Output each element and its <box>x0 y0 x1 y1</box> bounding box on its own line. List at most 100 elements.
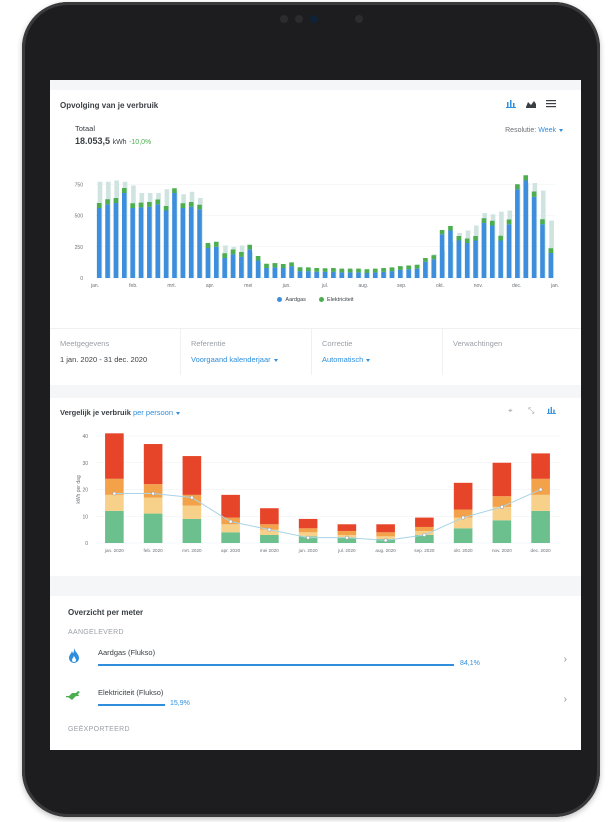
x-tick-label: apr. <box>206 283 214 289</box>
y-tick-label: 0 <box>80 276 83 282</box>
stack-segment <box>298 528 318 533</box>
correctie-text: Automatisch <box>322 355 364 364</box>
stack-segment <box>260 534 279 543</box>
electric-bar <box>163 206 169 211</box>
table-icon[interactable] <box>546 99 556 110</box>
total-value-row: 18.053,5 kWh -10,0% <box>75 136 151 146</box>
electric-bar <box>322 268 328 272</box>
meter-name-electric: Elektriciteit (Flukso) <box>98 688 164 697</box>
area-chart-icon[interactable] <box>526 99 536 110</box>
stack-segment <box>143 484 163 498</box>
x-tick-label: jan. <box>90 283 99 289</box>
electric-bar <box>96 203 102 208</box>
target-icon[interactable]: ⌖ <box>508 406 513 416</box>
gas-bar <box>406 269 411 278</box>
x-tick-label: jun. <box>282 283 291 289</box>
gas-bar <box>456 240 462 278</box>
filter-correctie[interactable]: Correctie Automatisch <box>312 329 443 375</box>
gas-bar <box>113 203 119 278</box>
x-tick-label: mei <box>244 283 252 289</box>
stack-segment <box>105 510 124 543</box>
plug-icon <box>66 688 82 706</box>
electric-bar <box>130 203 135 208</box>
stack-segment <box>182 456 202 495</box>
filter-meetgegevens[interactable]: Meetgegevens 1 jan. 2020 - 31 dec. 2020 <box>50 329 181 375</box>
per-person-select[interactable]: per persoon <box>133 408 180 417</box>
chevron-down-icon <box>366 358 371 362</box>
gas-bar <box>172 193 177 278</box>
stack-segment <box>221 494 240 518</box>
electric-bar <box>222 253 227 258</box>
gas-bar <box>506 224 512 278</box>
gas-bar <box>489 225 495 278</box>
electric-bar <box>456 236 462 241</box>
x-tick-label: okt. <box>436 283 444 289</box>
camera-lens <box>310 15 318 23</box>
stack-segment <box>298 518 318 529</box>
filter-referentie[interactable]: Referentie Voorgaand kalenderjaar <box>181 329 312 375</box>
electric-bar <box>356 268 361 273</box>
electric-bar <box>372 268 378 273</box>
meter-row-gas[interactable]: Aardgas (Flukso) 84,1% › <box>50 642 581 678</box>
meters-card: Overzicht per meter AANGELEVERD Aardgas … <box>50 596 581 750</box>
electric-bar <box>339 268 345 273</box>
gas-bar <box>439 234 445 278</box>
stack-segment <box>415 517 434 527</box>
x-tick-label: jul. 2020 <box>337 548 356 553</box>
stack-segment <box>298 532 318 537</box>
electric-bar <box>147 202 152 207</box>
bar-chart-icon[interactable] <box>547 406 556 416</box>
section-delivered: AANGELEVERD <box>68 629 124 636</box>
x-tick-label: jun. 2020 <box>298 548 318 553</box>
bar-chart-icon[interactable] <box>506 99 516 110</box>
usage-point <box>383 538 388 543</box>
usage-point <box>189 495 194 500</box>
x-tick-label: sep. 2020 <box>414 548 435 553</box>
meter-bar-gas <box>98 664 454 666</box>
stack-segment <box>143 513 163 543</box>
correctie-label: Correctie <box>322 339 353 348</box>
gas-bar <box>147 206 152 278</box>
meter-row-electric[interactable]: Elektriciteit (Flukso) 15,9% › <box>50 682 581 718</box>
stack-segment <box>260 508 279 525</box>
usage-point <box>228 519 233 524</box>
y-tick-label: 20 <box>82 488 88 494</box>
y-tick-label: 0 <box>85 541 88 547</box>
gas-bar <box>272 267 278 278</box>
gas-bar <box>540 224 545 278</box>
sensor-dot <box>295 15 303 23</box>
electric-bar <box>113 198 119 203</box>
referentie-value: Voorgaand kalenderjaar <box>191 355 278 364</box>
electric-bar <box>389 267 395 272</box>
expand-icon[interactable]: ⤡ <box>528 406 534 416</box>
total-label: Totaal <box>75 124 96 133</box>
stack-segment <box>376 532 395 537</box>
x-tick-label: mrt. 2020 <box>182 548 202 553</box>
gas-bar <box>280 268 286 278</box>
electric-bar <box>548 248 554 253</box>
gas-bar <box>548 253 554 278</box>
per-person-text: per persoon <box>132 408 173 417</box>
gas-bar <box>155 204 161 278</box>
gas-bar <box>247 249 253 278</box>
compare-title: Vergelijk je verbruik per persoon <box>60 408 180 417</box>
gas-bar <box>331 271 336 278</box>
resolution-select[interactable]: Resolutie: Week <box>505 127 563 134</box>
compare-title-prefix: Vergelijk je verbruik <box>60 408 131 417</box>
gas-bar <box>180 208 186 278</box>
referentie-label: Referentie <box>191 339 226 348</box>
electric-bar <box>448 226 453 231</box>
filter-verwachtingen[interactable]: Verwachtingen <box>443 329 573 375</box>
electric-bar <box>381 268 386 272</box>
stack-segment <box>182 505 202 519</box>
electric-bar <box>289 262 294 267</box>
chevron-down-icon <box>176 411 180 415</box>
stack-segment <box>531 510 550 543</box>
gas-bar <box>322 271 328 278</box>
compare-chart: 0 10 20 30 40 kWh per dag jan. 2020 feb. 2020 mr… <box>76 433 560 553</box>
filter-row: Meetgegevens 1 jan. 2020 - 31 dec. 2020 … <box>50 328 581 375</box>
gas-bar <box>105 204 110 278</box>
usage-line <box>114 489 541 541</box>
gas-bar <box>481 223 487 278</box>
meetgegevens-value: 1 jan. 2020 - 31 dec. 2020 <box>60 355 148 364</box>
